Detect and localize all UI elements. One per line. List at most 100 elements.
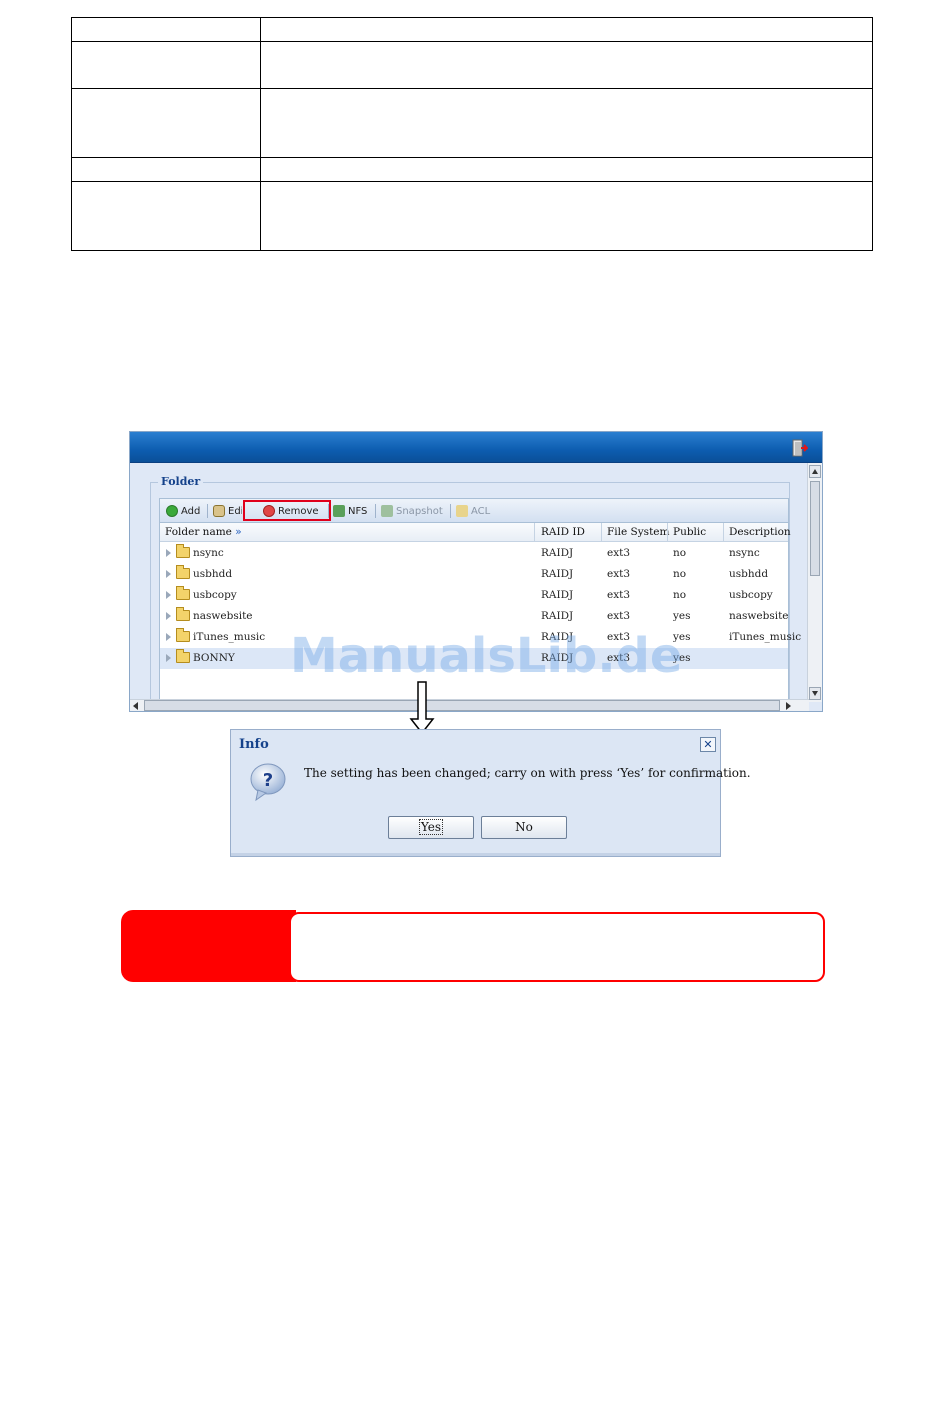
- column-folder-name[interactable]: Folder name »: [165, 526, 242, 538]
- spec-table: [71, 17, 873, 251]
- expand-icon[interactable]: [166, 654, 171, 662]
- gear-icon: [213, 505, 225, 517]
- table-cell: [71, 17, 261, 42]
- snapshot-icon: [381, 505, 393, 517]
- folder-icon: [176, 544, 190, 558]
- horizontal-scrollbar[interactable]: [130, 699, 809, 711]
- grid-header: Folder name » RAID ID File System Public…: [160, 523, 791, 542]
- expand-icon[interactable]: [166, 591, 171, 599]
- column-public[interactable]: Public: [673, 526, 706, 538]
- description-cell: usbcopy: [729, 589, 773, 601]
- add-button[interactable]: Add: [166, 504, 200, 518]
- toolbar-separator: [375, 504, 376, 518]
- toolbar-separator: [328, 504, 329, 518]
- table-cell: [71, 157, 261, 182]
- description-cell: usbhdd: [729, 568, 769, 580]
- folder-icon: [176, 607, 190, 621]
- description-cell: nsync: [729, 547, 760, 559]
- raid-id-cell: RAIDJ: [541, 589, 574, 601]
- folder-legend: Folder: [158, 475, 204, 488]
- folder-icon: [176, 628, 190, 642]
- remove-button[interactable]: Remove: [263, 504, 319, 518]
- file-system-cell: ext3: [607, 568, 631, 580]
- dialog-message: The setting has been changed; carry on w…: [304, 766, 751, 780]
- folder-toolbar: Add Edit Remove NFS Snapshot: [159, 498, 789, 523]
- info-dialog: Info ✕ ? The setting has been changed; c…: [230, 729, 751, 857]
- yes-button[interactable]: Yes: [388, 816, 474, 839]
- table-row[interactable]: usbcopy RAIDJ ext3 no usbcopy: [160, 585, 788, 606]
- dialog-title: Info: [239, 737, 269, 752]
- edit-button[interactable]: Edit: [213, 504, 242, 518]
- dialog-bottom-border: [231, 853, 720, 856]
- column-separator: [723, 523, 724, 542]
- close-icon[interactable]: ✕: [700, 737, 716, 752]
- expand-icon[interactable]: [166, 549, 171, 557]
- scroll-down-button[interactable]: [809, 687, 821, 700]
- file-system-cell: ext3: [607, 610, 631, 622]
- folder-name-cell: nsync: [193, 547, 224, 559]
- vertical-scrollbar[interactable]: [807, 463, 822, 702]
- add-label: Add: [181, 505, 201, 517]
- column-description[interactable]: Description: [729, 526, 791, 538]
- nfs-label: NFS: [348, 505, 368, 517]
- table-cell: [260, 41, 873, 89]
- remove-label: Remove: [278, 505, 319, 517]
- folder-icon: [176, 586, 190, 600]
- table-row[interactable]: naswebsite RAIDJ ext3 yes naswebsite: [160, 606, 789, 627]
- description-cell: iTunes_music: [729, 631, 802, 643]
- folder-name-cell: BONNY: [193, 652, 235, 664]
- table-cell: [71, 41, 261, 89]
- question-bubble-icon: ?: [250, 763, 286, 802]
- table-row[interactable]: usbhdd RAIDJ ext3 no usbhdd: [160, 564, 788, 585]
- nfs-button[interactable]: NFS: [333, 504, 367, 518]
- acl-button[interactable]: ACL: [456, 504, 490, 518]
- folder-icon: [176, 649, 190, 663]
- exit-door-icon[interactable]: [790, 439, 808, 457]
- note-box: [289, 912, 825, 982]
- table-cell: [260, 17, 873, 42]
- acl-label: ACL: [471, 505, 491, 517]
- expand-icon[interactable]: [166, 570, 171, 578]
- note-label-tab: [121, 910, 296, 982]
- add-circle-icon: [166, 505, 178, 517]
- column-separator: [534, 523, 535, 542]
- folder-name-cell: usbhdd: [193, 568, 233, 580]
- scroll-thumb[interactable]: [810, 481, 820, 576]
- table-cell: [71, 88, 261, 158]
- public-cell: no: [673, 589, 687, 601]
- yes-label: Yes: [418, 819, 444, 835]
- snapshot-label: Snapshot: [396, 505, 443, 517]
- table-row[interactable]: nsync RAIDJ ext3 no nsync: [160, 543, 788, 564]
- snapshot-button[interactable]: Snapshot: [381, 504, 443, 518]
- scroll-thumb[interactable]: [144, 700, 780, 711]
- remove-circle-icon: [263, 505, 275, 517]
- scroll-left-icon[interactable]: [133, 702, 138, 710]
- column-separator: [667, 523, 668, 542]
- folder-name-cell: naswebsite: [193, 610, 253, 622]
- folder-name-cell: usbcopy: [193, 589, 237, 601]
- raid-id-cell: RAIDJ: [541, 547, 574, 559]
- table-cell: [71, 181, 261, 251]
- svg-text:?: ?: [263, 770, 273, 791]
- edit-label: Edit: [228, 505, 242, 517]
- toolbar-separator: [450, 504, 451, 518]
- watermark: ManualsLib.de: [290, 628, 683, 684]
- description-cell: naswebsite: [729, 610, 789, 622]
- public-cell: no: [673, 568, 687, 580]
- table-cell: [260, 181, 873, 251]
- folder-icon: [176, 565, 190, 579]
- public-cell: yes: [673, 610, 691, 622]
- table-cell: [260, 88, 873, 158]
- raid-id-cell: RAIDJ: [541, 568, 574, 580]
- expand-icon[interactable]: [166, 633, 171, 641]
- share-arrow-icon: [333, 505, 345, 517]
- no-button[interactable]: No: [481, 816, 567, 839]
- scroll-up-button[interactable]: [809, 465, 821, 478]
- scroll-right-icon[interactable]: [786, 702, 791, 710]
- column-separator: [601, 523, 602, 542]
- expand-icon[interactable]: [166, 612, 171, 620]
- column-file-system[interactable]: File System: [607, 526, 669, 538]
- pencil-folder-icon: [456, 505, 468, 517]
- column-raid-id[interactable]: RAID ID: [541, 526, 585, 538]
- table-cell: [260, 157, 873, 182]
